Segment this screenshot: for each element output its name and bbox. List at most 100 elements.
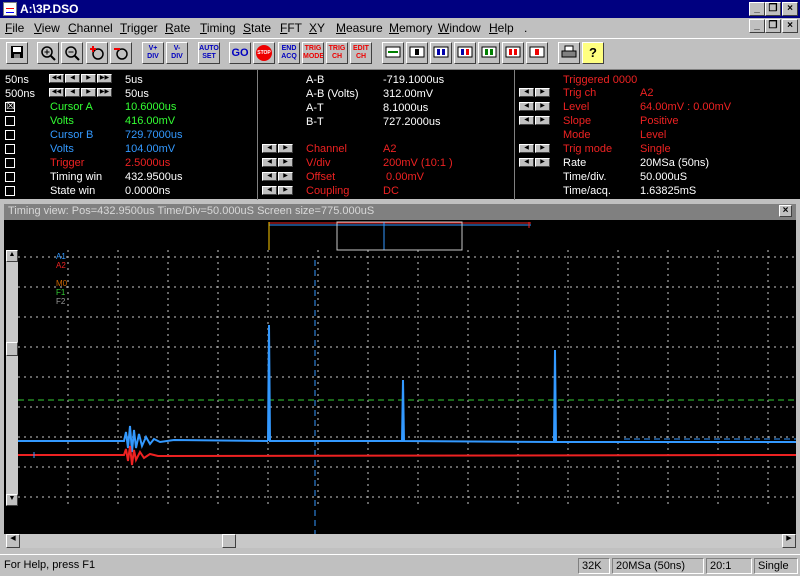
vdiv-prev-arrow[interactable]: ◀ (262, 158, 277, 167)
trigmode-prev-arrow[interactable]: ◀ (519, 144, 534, 153)
app-icon[interactable] (3, 2, 17, 16)
end-acq-button[interactable]: END ACQ (278, 42, 300, 64)
menu-channel[interactable]: Channel (68, 21, 113, 35)
offset-value: 0.00mV (383, 171, 424, 183)
trig-mode-label: Trig mode (563, 143, 613, 155)
close-button[interactable]: × (782, 2, 798, 16)
child-close-button[interactable]: × (782, 19, 798, 33)
zoom-in-icon[interactable] (37, 42, 59, 64)
level-next-arrow[interactable]: ▶ (535, 102, 550, 111)
child-restore-button[interactable]: ❐ (765, 19, 781, 33)
volts-b-label: Volts (50, 143, 74, 155)
scroll-up-button[interactable]: ▲ (6, 250, 18, 262)
timing-view-close-button[interactable]: × (779, 205, 792, 217)
channel-prev-arrow[interactable]: ◀ (262, 144, 277, 153)
vertical-scrollbar[interactable]: ▲ ▼ (6, 250, 18, 506)
timing-view-icon[interactable] (382, 42, 404, 64)
menu-extra[interactable]: . (524, 21, 527, 35)
slope-prev-arrow[interactable]: ◀ (519, 116, 534, 125)
menu-fft[interactable]: FFT (280, 21, 302, 35)
zoom-left-arrow-1[interactable]: ◀◀ (49, 74, 64, 83)
state-win-checkbox[interactable] (5, 186, 15, 196)
cursor-a-checkbox[interactable]: ☒ (5, 102, 15, 112)
coupling-next-arrow[interactable]: ▶ (278, 186, 293, 195)
zoom2-left-arrow-2[interactable]: ◀ (65, 88, 80, 97)
measure-view-icon[interactable] (502, 42, 524, 64)
cursor-b-checkbox[interactable] (5, 130, 15, 140)
menu-window[interactable]: Window (438, 21, 481, 35)
menu-memory[interactable]: Memory (389, 21, 432, 35)
restore-button[interactable]: ❐ (765, 2, 781, 16)
scroll-down-button[interactable]: ▼ (6, 494, 18, 506)
menu-timing[interactable]: Timing (200, 21, 236, 35)
trigmode-next-arrow[interactable]: ▶ (535, 144, 550, 153)
scope-display[interactable]: A1 A2 M0 F1 F2 (4, 220, 797, 534)
go-button[interactable]: GO (229, 42, 251, 64)
zoom-minus-icon[interactable] (110, 42, 132, 64)
menu-xy[interactable]: XY (309, 21, 325, 35)
fft-view-icon[interactable] (454, 42, 476, 64)
vdiv-next-arrow[interactable]: ▶ (278, 158, 293, 167)
horizontal-scroll-thumb[interactable] (222, 534, 236, 548)
trace-a2 (18, 445, 797, 466)
status-rate: 20MSa (50ns) (612, 558, 704, 574)
child-minimize-button[interactable]: _ (749, 19, 765, 33)
zoom2-right-arrow-2[interactable]: ▶▶ (97, 88, 112, 97)
auto-set-button[interactable]: AUTO SET (198, 42, 220, 64)
menu-help[interactable]: Help (489, 21, 514, 35)
volts-div-down-button[interactable]: V- DIV (166, 42, 188, 64)
stop-button[interactable]: STOP (253, 42, 275, 64)
volts-b-checkbox[interactable] (5, 144, 15, 154)
zoom-max-value: 50us (125, 88, 149, 100)
scroll-right-button[interactable]: ▶ (782, 534, 796, 548)
zoom2-left-arrow-1[interactable]: ◀◀ (49, 88, 64, 97)
xy-view-icon[interactable] (478, 42, 500, 64)
zoom-min-label: 50ns (5, 74, 29, 86)
timing-win-checkbox[interactable] (5, 172, 15, 182)
coupling-prev-arrow[interactable]: ◀ (262, 186, 277, 195)
help-icon[interactable]: ? (582, 42, 604, 64)
time-acq-label: Time/acq. (563, 185, 611, 197)
channel-next-arrow[interactable]: ▶ (278, 144, 293, 153)
level-label: Level (563, 101, 590, 113)
waveform-canvas: A1 A2 M0 F1 F2 (18, 221, 797, 534)
menu-file[interactable]: File (5, 21, 24, 35)
save-icon[interactable] (6, 42, 28, 64)
volts-div-up-button[interactable]: V+ DIV (142, 42, 164, 64)
level-prev-arrow[interactable]: ◀ (519, 102, 534, 111)
horizontal-scrollbar[interactable]: ◀ ▶ (6, 534, 796, 548)
memory-view-icon[interactable] (526, 42, 548, 64)
rate-next-arrow[interactable]: ▶ (535, 158, 550, 167)
trigch-prev-arrow[interactable]: ◀ (519, 88, 534, 97)
slope-next-arrow[interactable]: ▶ (535, 116, 550, 125)
zoom-plus-icon[interactable] (86, 42, 108, 64)
menu-bar: File View Channel Trigger Rate Timing St… (0, 18, 800, 37)
state-view-icon[interactable] (406, 42, 428, 64)
volts-a-checkbox[interactable] (5, 116, 15, 126)
menu-measure[interactable]: Measure (336, 21, 383, 35)
menu-trigger[interactable]: Trigger (120, 21, 158, 35)
vertical-scroll-thumb[interactable] (6, 342, 18, 356)
edit-ch-button[interactable]: EDIT CH (350, 42, 372, 64)
cursor-b-value: 729.7000us (125, 129, 183, 141)
rate-prev-arrow[interactable]: ◀ (519, 158, 534, 167)
minimize-button[interactable]: _ (749, 2, 765, 16)
menu-view[interactable]: View (34, 21, 60, 35)
scroll-left-button[interactable]: ◀ (6, 534, 20, 548)
trig-mode-button[interactable]: TRIG MODE (302, 42, 324, 64)
zoom-right-arrow-2[interactable]: ▶▶ (97, 74, 112, 83)
zoom-out-icon[interactable] (61, 42, 83, 64)
zoom2-right-arrow-1[interactable]: ▶ (81, 88, 96, 97)
zoom-right-arrow-1[interactable]: ▶ (81, 74, 96, 83)
menu-rate[interactable]: Rate (165, 21, 190, 35)
trigger-checkbox[interactable] (5, 158, 15, 168)
trigch-next-arrow[interactable]: ▶ (535, 88, 550, 97)
print-icon[interactable] (558, 42, 580, 64)
offset-next-arrow[interactable]: ▶ (278, 172, 293, 181)
stop-label: STOP (256, 45, 272, 61)
offset-prev-arrow[interactable]: ◀ (262, 172, 277, 181)
menu-state[interactable]: State (243, 21, 271, 35)
zoom-left-arrow-2[interactable]: ◀ (65, 74, 80, 83)
trig-ch-button[interactable]: TRIG CH (326, 42, 348, 64)
window-split-icon[interactable] (430, 42, 452, 64)
